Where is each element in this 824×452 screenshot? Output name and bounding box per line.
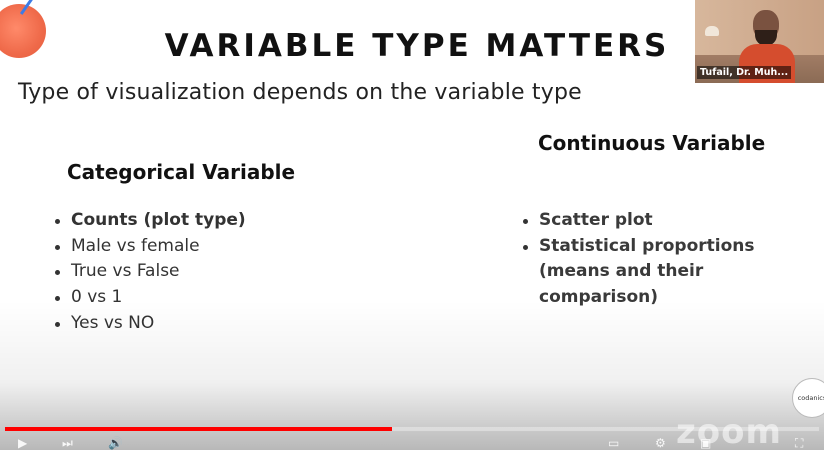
participant-name: Tufail, Dr. Muh... [697,66,792,79]
list-item: Counts (plot type) [53,208,246,234]
list-item: 0 vs 1 [53,285,246,311]
fullscreen-icon[interactable]: ⛶ [795,436,803,450]
play-icon[interactable]: ▶ [18,436,27,450]
channel-logo[interactable]: codanics [792,378,824,418]
subtitles-icon[interactable]: ▭ [608,436,619,450]
next-icon[interactable]: ⏭ [62,436,73,450]
categorical-heading: Categorical Variable [67,160,296,184]
continuous-list: Scatter plot Statistical proportions (me… [521,208,761,311]
lamp-icon [705,26,719,36]
participant-video[interactable]: Tufail, Dr. Muh... [695,0,824,83]
player-controls: ▶ ⏭ 🔊 ▭ ⚙ ▣ ⛶ [0,436,824,450]
progress-bar[interactable] [5,427,819,431]
logo-text: codanics [797,394,824,402]
categorical-list: Counts (plot type) Male vs female True v… [53,208,246,337]
list-item: True vs False [53,259,246,285]
continuous-heading: Continuous Variable [538,131,766,155]
list-item: Male vs female [53,234,246,260]
list-item: Statistical proportions (means and their… [521,234,761,311]
slide-subtitle: Type of visualization depends on the var… [18,80,582,105]
list-item: Scatter plot [521,208,761,234]
list-item: Yes vs NO [53,311,246,337]
settings-icon[interactable]: ⚙ [655,436,666,450]
volume-icon[interactable]: 🔊 [108,436,123,450]
progress-fill [5,427,392,431]
miniplayer-icon[interactable]: ▣ [700,436,711,450]
